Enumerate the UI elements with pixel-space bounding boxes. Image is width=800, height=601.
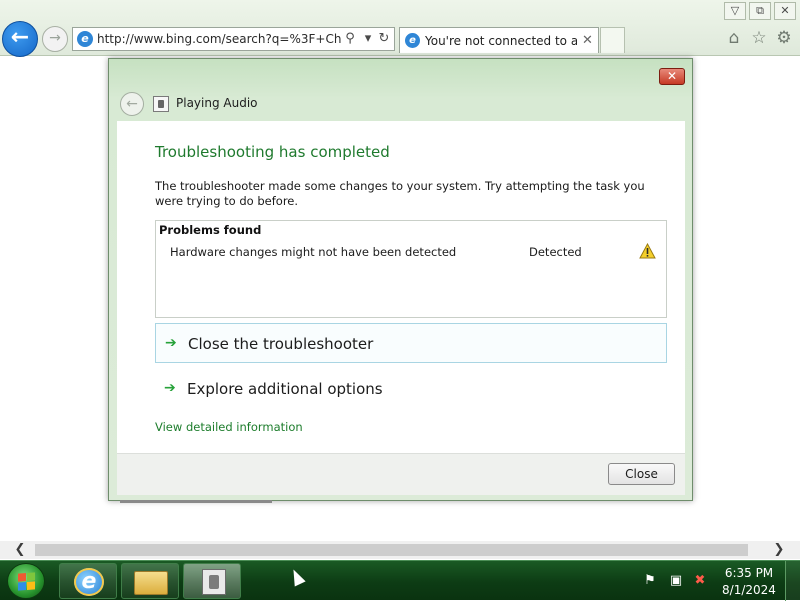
action-center-flag-icon[interactable]: ⚑ (642, 573, 658, 589)
close-troubleshooter-option[interactable]: ➔ Close the troubleshooter (155, 323, 667, 363)
scroll-right-icon[interactable]: ❯ (769, 541, 789, 559)
window-close-button[interactable]: ✕ (774, 2, 796, 20)
home-icon[interactable]: ⌂ (723, 27, 745, 49)
network-icon[interactable]: ▣ (668, 573, 684, 589)
warning-icon (639, 243, 656, 259)
internet-explorer-icon: e (74, 568, 104, 596)
address-bar[interactable]: e http://www.bing.com/search?q=%3F+Chrom… (72, 27, 395, 51)
taskbar-internet-explorer[interactable]: e (59, 563, 117, 599)
refresh-icon[interactable]: ↻ (376, 31, 392, 46)
view-details-link[interactable]: View detailed information (155, 420, 303, 434)
scroll-left-icon[interactable]: ❮ (10, 541, 30, 559)
forward-button[interactable]: → (42, 26, 68, 52)
troubleshooter-icon (202, 569, 226, 595)
clock-time[interactable]: 6:35 PM (720, 566, 778, 580)
close-button[interactable]: Close (608, 463, 675, 485)
explore-options-option[interactable]: ➔ Explore additional options (155, 369, 667, 409)
option-label: Explore additional options (187, 380, 383, 398)
dropdown-icon[interactable]: ▾ (360, 31, 376, 46)
restore-button[interactable]: ⧉ (749, 2, 771, 20)
scrollbar-thumb[interactable] (35, 544, 748, 556)
back-arrow-icon: ← (10, 25, 30, 50)
dialog-back-button[interactable]: ← (120, 92, 144, 116)
completion-heading: Troubleshooting has completed (155, 143, 390, 161)
horizontal-scrollbar[interactable]: ❮ ❯ (0, 541, 800, 559)
green-arrow-icon: ➔ (165, 335, 177, 351)
taskbar-troubleshooter[interactable] (183, 563, 241, 599)
ie-tab-icon: e (405, 33, 420, 48)
dialog-close-button[interactable]: ✕ (659, 68, 685, 85)
settings-icon[interactable]: ⚙ (773, 27, 795, 49)
green-arrow-icon: ➔ (164, 380, 176, 396)
new-tab-button[interactable] (600, 27, 625, 53)
dialog-footer: Close (117, 453, 685, 495)
search-icon[interactable]: ⚲ (342, 31, 358, 46)
problems-found-panel: Problems found Hardware changes might no… (155, 220, 667, 318)
browser-toolbar: ← → e http://www.bing.com/search?q=%3F+C… (0, 0, 800, 57)
show-desktop-button[interactable] (785, 561, 800, 601)
forward-arrow-icon: → (49, 30, 61, 46)
ie-page-icon: e (77, 31, 93, 47)
completion-description: The troubleshooter made some changes to … (155, 179, 645, 208)
troubleshooter-icon (153, 96, 169, 112)
problems-header: Problems found (159, 223, 262, 237)
clock-date[interactable]: 8/1/2024 (720, 583, 778, 597)
minimize-button[interactable]: ▽ (724, 2, 746, 20)
option-label: Close the troubleshooter (188, 335, 374, 353)
favorites-icon[interactable]: ☆ (748, 27, 770, 49)
dialog-title: Playing Audio (176, 96, 258, 110)
tab-close-icon[interactable]: ✕ (582, 33, 593, 48)
problem-description: Hardware changes might not have been det… (170, 245, 457, 259)
troubleshooter-dialog: ✕ ← Playing Audio Troubleshooting has co… (108, 58, 693, 501)
problem-status: Detected (529, 245, 582, 259)
tab-title: You're not connected to a ... (425, 34, 577, 48)
start-button[interactable] (7, 563, 45, 599)
background-window-edge (120, 500, 272, 503)
back-button[interactable]: ← (2, 21, 38, 57)
address-url[interactable]: http://www.bing.com/search?q=%3F+Chrom (97, 32, 341, 46)
folder-icon (134, 571, 168, 595)
volume-muted-icon[interactable]: ✖ (692, 573, 708, 589)
windows-logo-icon (18, 572, 35, 591)
taskbar: e ⚑ ▣ ✖ 6:35 PM 8/1/2024 (0, 560, 800, 601)
close-icon: ✕ (666, 69, 678, 83)
dialog-content: Troubleshooting has completed The troubl… (117, 121, 685, 453)
taskbar-file-explorer[interactable] (121, 563, 179, 599)
browser-tab[interactable]: e You're not connected to a ... ✕ (399, 27, 599, 53)
